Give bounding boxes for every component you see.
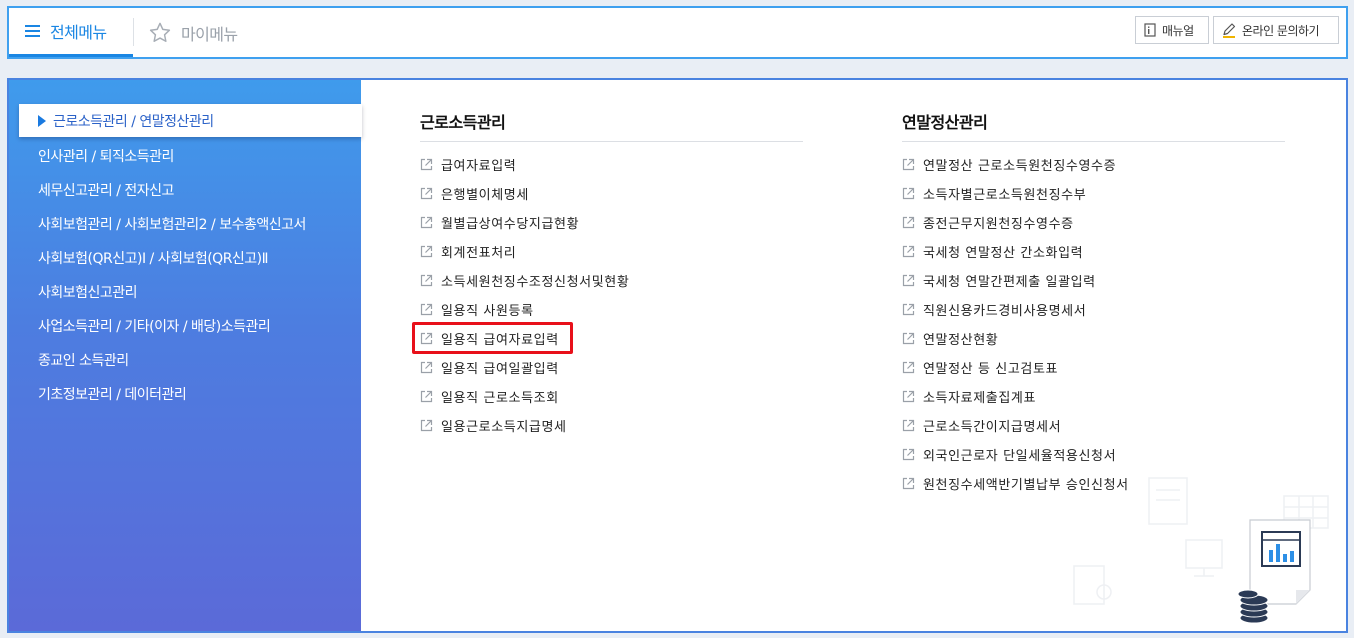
external-link-icon <box>902 361 915 374</box>
external-link-icon <box>902 332 915 345</box>
tab-all-menu-label: 전체메뉴 <box>50 23 107 42</box>
menu-link[interactable]: 급여자료입력 <box>420 152 516 176</box>
menu-link[interactable]: 소득자별근로소득원천징수부 <box>902 181 1086 205</box>
menu-link-label: 일용직 사원등록 <box>441 303 534 319</box>
book-icon <box>1143 23 1157 37</box>
external-link-icon <box>420 419 433 432</box>
external-link-icon <box>902 448 915 461</box>
menu-link-label: 종전근무지원천징수영수증 <box>923 216 1074 232</box>
sidebar-item-base-info[interactable]: 기초정보관리 / 데이터관리 <box>38 384 187 404</box>
menu-link[interactable]: 국세청 연말정산 간소화입력 <box>902 239 1083 263</box>
sidebar-item-active-label: 근로소득관리 / 연말정산관리 <box>53 113 214 130</box>
menu-link[interactable]: 연말정산 등 신고검토표 <box>902 355 1058 379</box>
menu-link-label: 일용직 근로소득조회 <box>441 390 559 406</box>
menu-link[interactable]: 일용근로소득지급명세 <box>420 413 567 437</box>
category-sidebar: 근로소득관리 / 연말정산관리 인사관리 / 퇴직소득관리 세무신고관리 / 전… <box>9 80 362 631</box>
external-link-icon <box>902 187 915 200</box>
menu-link[interactable]: 국세청 연말간편제출 일괄입력 <box>902 268 1096 292</box>
menu-link-label: 국세청 연말간편제출 일괄입력 <box>923 274 1096 290</box>
menu-link-label: 직원신용카드경비사용명세서 <box>923 303 1087 319</box>
external-link-icon <box>902 390 915 403</box>
sidebar-item-social-insurance-qr[interactable]: 사회보험(QR신고)Ⅰ / 사회보험(QR신고)Ⅱ <box>38 248 269 268</box>
menu-link[interactable]: 직원신용카드경비사용명세서 <box>902 297 1086 321</box>
menu-link-label: 월별급상여수당지급현황 <box>441 216 580 232</box>
column-title: 연말정산관리 <box>902 106 1285 142</box>
menu-column-earned-income: 근로소득관리 급여자료입력은행별이체명세월별급상여수당지급현황회계전표처리소득세… <box>420 106 803 435</box>
sidebar-item-social-insurance-report[interactable]: 사회보험신고관리 <box>38 282 138 302</box>
star-icon <box>149 22 171 43</box>
menu-link[interactable]: 소득세원천징수조정신청서및현황 <box>420 268 629 292</box>
menu-link-label: 연말정산현황 <box>923 332 999 348</box>
online-inquiry-button-label: 온라인 문의하기 <box>1242 23 1320 38</box>
pencil-icon <box>1221 22 1237 38</box>
menu-link-label: 급여자료입력 <box>441 158 517 174</box>
menu-link-label: 일용근로소득지급명세 <box>441 419 567 435</box>
highlight-box <box>412 322 573 354</box>
menu-link-label: 소득세원천징수조정신청서및현황 <box>441 274 630 290</box>
menu-link[interactable]: 회계전표처리 <box>420 239 516 263</box>
tab-all-menu[interactable]: 전체메뉴 <box>9 8 133 57</box>
external-link-icon <box>420 158 433 171</box>
external-link-icon <box>902 303 915 316</box>
manual-button[interactable]: 매뉴얼 <box>1135 16 1209 44</box>
menu-link[interactable]: 소득자료제출집계표 <box>902 384 1036 408</box>
external-link-icon <box>420 390 433 403</box>
tab-my-menu-label: 마이메뉴 <box>181 24 238 44</box>
external-link-icon <box>420 216 433 229</box>
menu-link[interactable]: 일용직 근로소득조회 <box>420 384 559 408</box>
sidebar-item-tax-filing[interactable]: 세무신고관리 / 전자신고 <box>38 180 174 200</box>
menu-link[interactable]: 은행별이체명세 <box>420 181 529 205</box>
menu-link[interactable]: 근로소득간이지급명세서 <box>902 413 1061 437</box>
sidebar-item-hr[interactable]: 인사관리 / 퇴직소득관리 <box>38 146 174 166</box>
hamburger-icon <box>25 24 40 38</box>
menu-link-label: 일용직 급여일괄입력 <box>441 361 559 377</box>
menu-link[interactable]: 외국인근로자 단일세율적용신청서 <box>902 442 1116 466</box>
menu-column-year-end: 연말정산관리 연말정산 근로소득원천징수영수증소득자별근로소득원천징수부종전근무… <box>902 106 1285 493</box>
menu-link[interactable]: 일용직 사원등록 <box>420 297 534 321</box>
menu-link-label: 은행별이체명세 <box>441 187 529 203</box>
external-link-icon <box>420 274 433 287</box>
tab-my-menu[interactable]: 마이메뉴 <box>133 8 238 57</box>
external-link-icon <box>420 303 433 316</box>
external-link-icon <box>902 477 915 490</box>
menu-link-label: 회계전표처리 <box>441 245 517 261</box>
decorative-illustration <box>1073 477 1329 624</box>
online-inquiry-button[interactable]: 온라인 문의하기 <box>1213 16 1339 44</box>
menu-link-label: 연말정산 근로소득원천징수영수증 <box>923 158 1117 174</box>
external-link-icon <box>420 187 433 200</box>
menu-link-label: 외국인근로자 단일세율적용신청서 <box>923 448 1117 464</box>
sidebar-item-religious-income[interactable]: 종교인 소득관리 <box>38 350 129 370</box>
menu-link-label: 소득자별근로소득원천징수부 <box>923 187 1087 203</box>
external-link-icon <box>420 245 433 258</box>
menu-link[interactable]: 종전근무지원천징수영수증 <box>902 210 1074 234</box>
menu-link[interactable]: 일용직 급여일괄입력 <box>420 355 559 379</box>
full-menu-panel: 근로소득관리 / 연말정산관리 인사관리 / 퇴직소득관리 세무신고관리 / 전… <box>7 78 1348 633</box>
sidebar-item-business-income[interactable]: 사업소득관리 / 기타(이자 / 배당)소득관리 <box>38 316 271 336</box>
triangle-right-icon <box>38 114 46 127</box>
sidebar-item-social-insurance[interactable]: 사회보험관리 / 사회보험관리2 / 보수총액신고서 <box>38 214 306 234</box>
menu-link-label: 연말정산 등 신고검토표 <box>923 361 1059 377</box>
menu-link-label: 국세청 연말정산 간소화입력 <box>923 245 1084 261</box>
manual-button-label: 매뉴얼 <box>1162 23 1194 38</box>
external-link-icon <box>902 245 915 258</box>
top-menu-bar: 전체메뉴 마이메뉴 매뉴얼 온라인 문의하기 <box>7 6 1348 59</box>
external-link-icon <box>420 361 433 374</box>
external-link-icon <box>902 419 915 432</box>
external-link-icon <box>902 158 915 171</box>
column-title: 근로소득관리 <box>420 106 803 142</box>
menu-link-label: 소득자료제출집계표 <box>923 390 1037 406</box>
sidebar-item-active[interactable]: 근로소득관리 / 연말정산관리 <box>19 104 362 137</box>
menu-link[interactable]: 연말정산현황 <box>902 326 998 350</box>
menu-link-label: 근로소득간이지급명세서 <box>923 419 1062 435</box>
external-link-icon <box>902 274 915 287</box>
menu-link[interactable]: 연말정산 근로소득원천징수영수증 <box>902 152 1116 176</box>
external-link-icon <box>902 216 915 229</box>
menu-link[interactable]: 월별급상여수당지급현황 <box>420 210 579 234</box>
